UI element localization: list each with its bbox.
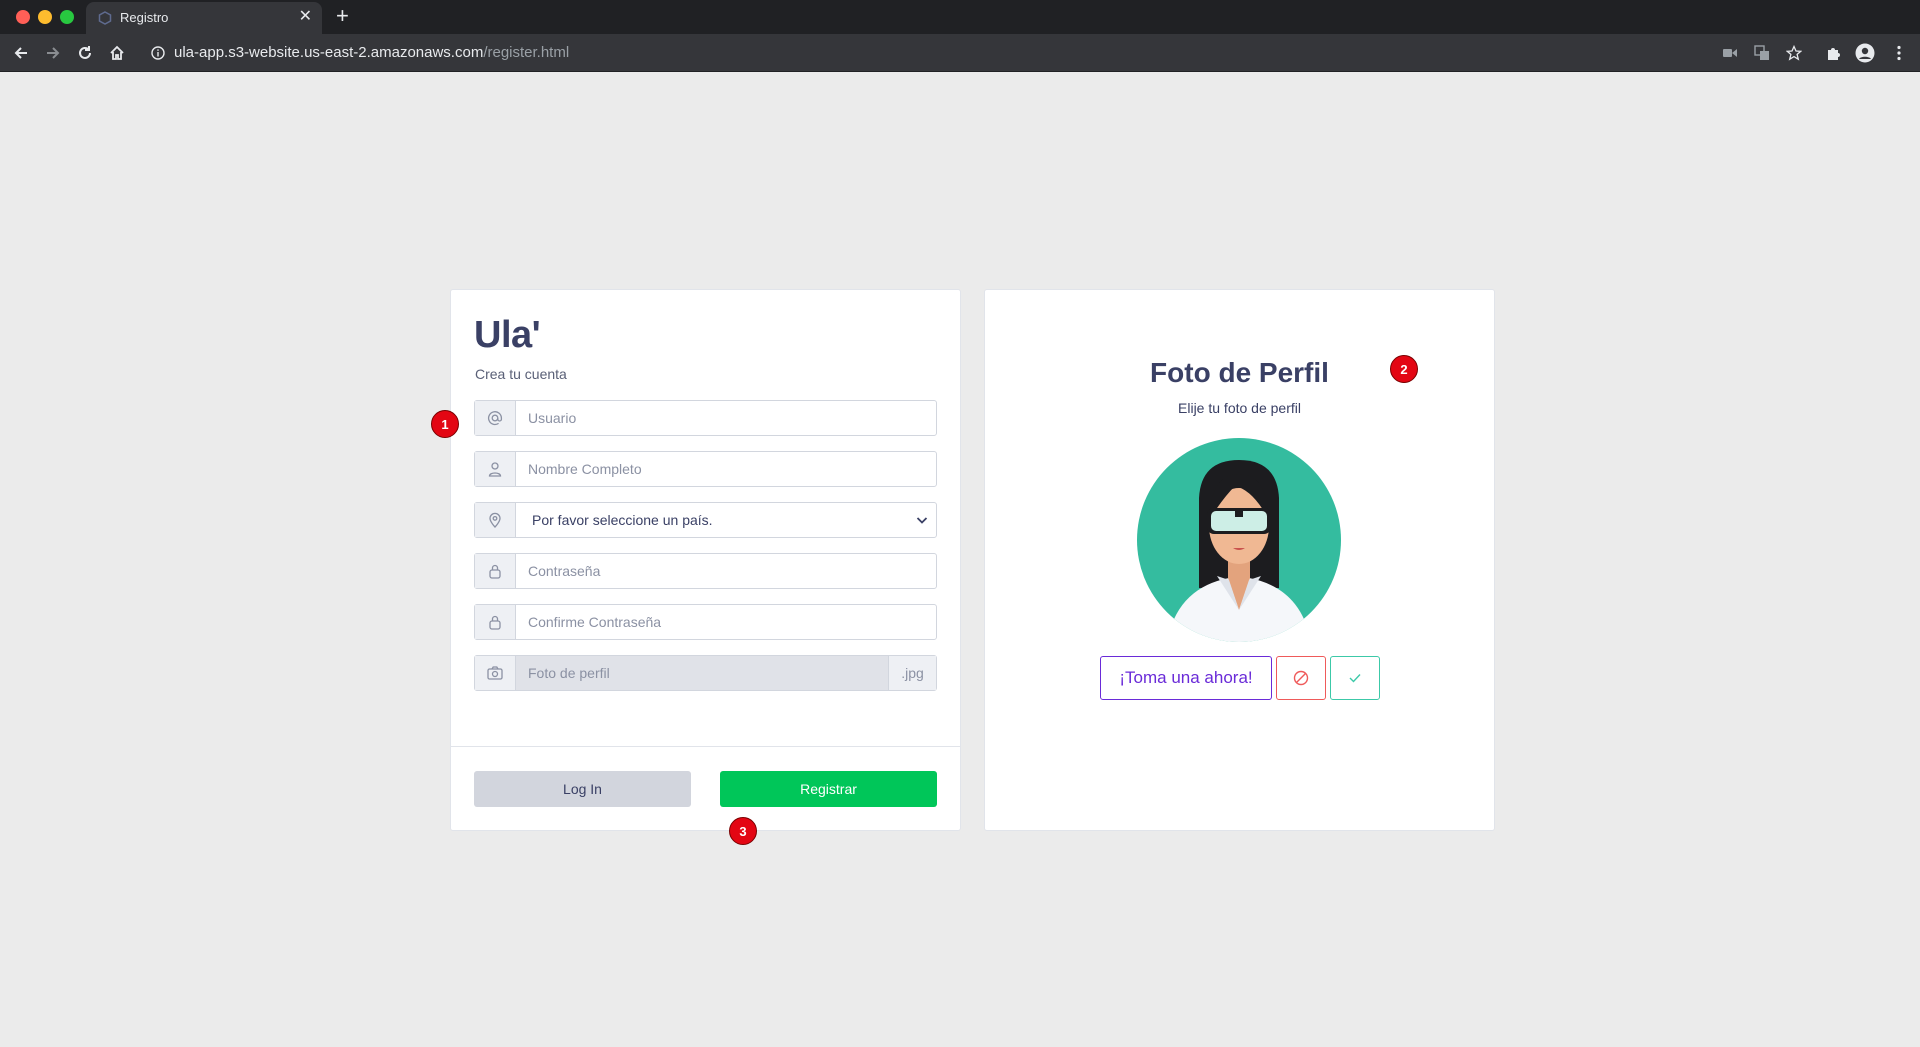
chevron-down-icon [916,517,928,524]
username-field [474,400,937,436]
new-tab-button[interactable]: + [336,5,349,27]
fullname-field [474,451,937,487]
translate-icon[interactable] [1752,43,1772,63]
annotation-marker-1: 1 [431,410,459,438]
site-info-icon[interactable] [148,43,168,63]
lock-icon [475,554,516,588]
annotation-marker-2: 2 [1390,355,1418,383]
register-card: Ula' Crea tu cuenta Por favor seleccione… [450,289,961,831]
confirm-password-input[interactable] [516,605,936,639]
avatar-image [1137,438,1341,642]
tab-close-icon[interactable]: ✕ [299,8,312,26]
extensions-icon[interactable] [1823,43,1843,63]
browser-toolbar: ula-app.s3-website.us-east-2.amazonaws.c… [0,34,1920,72]
browser-tab[interactable]: Registro ✕ [86,2,322,34]
register-subtitle: Crea tu cuenta [475,366,567,382]
login-button[interactable]: Log In [474,771,691,807]
bookmark-star-icon[interactable] [1784,43,1804,63]
country-field: Por favor seleccione un país. [474,502,937,538]
username-input[interactable] [516,401,936,435]
profile-photo-subtitle: Elije tu foto de perfil [1178,400,1301,416]
location-pin-icon [475,503,516,537]
tab-title: Registro [120,10,169,25]
window-maximize-button[interactable] [60,10,74,24]
country-select[interactable]: Por favor seleccione un país. [516,503,936,537]
lock-icon [475,605,516,639]
at-icon [475,401,516,435]
address-bar[interactable]: ula-app.s3-website.us-east-2.amazonaws.c… [174,44,569,61]
url-path: /register.html [483,44,570,61]
window-minimize-button[interactable] [38,10,52,24]
profile-photo-card: Foto de Perfil Elije tu foto de perfil ¡… [984,289,1495,831]
home-icon[interactable] [107,43,127,63]
window-close-button[interactable] [16,10,30,24]
check-icon [1349,674,1361,683]
annotation-marker-3: 3 [729,817,757,845]
favicon-icon [98,11,112,25]
back-icon[interactable] [11,43,31,63]
url-host: ula-app.s3-website.us-east-2.amazonaws.c… [174,44,484,61]
ban-icon [1293,670,1309,686]
browser-tabstrip: Registro ✕ + [0,0,1920,34]
profile-photo-input[interactable]: Foto de perfil [516,656,888,690]
fullname-input[interactable] [516,452,936,486]
confirm-photo-button[interactable] [1330,656,1380,700]
card-divider [451,746,960,747]
brand-title: Ula' [474,314,541,356]
password-input[interactable] [516,554,936,588]
photo-extension-label: .jpg [888,656,936,690]
profile-icon[interactable] [1855,43,1875,63]
take-photo-button[interactable]: ¡Toma una ahora! [1100,656,1272,700]
user-icon [475,452,516,486]
profile-photo-title: Foto de Perfil [1150,357,1329,388]
register-button[interactable]: Registrar [720,771,937,807]
confirm-password-field [474,604,937,640]
password-field [474,553,937,589]
cancel-photo-button[interactable] [1276,656,1326,700]
profile-photo-field: Foto de perfil .jpg [474,655,937,691]
camera-icon [475,656,516,690]
forward-icon[interactable] [43,43,63,63]
reload-icon[interactable] [75,43,95,63]
menu-kebab-icon[interactable] [1889,43,1909,63]
camera-icon[interactable] [1720,43,1740,63]
